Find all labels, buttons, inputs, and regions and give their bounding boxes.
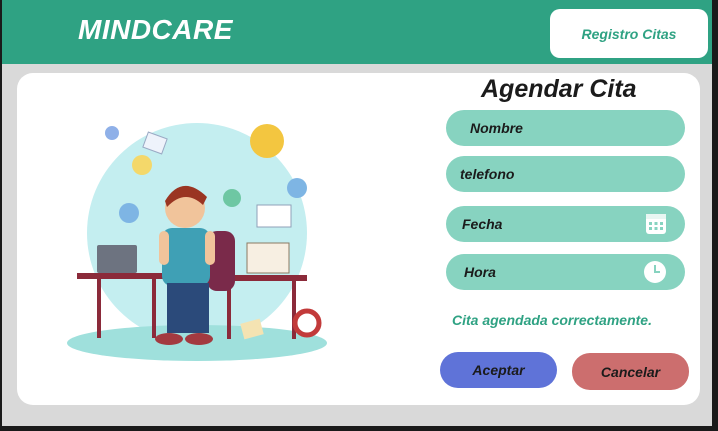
window-border-bottom xyxy=(0,426,718,431)
aceptar-button[interactable]: Aceptar xyxy=(440,352,557,388)
window-border-right xyxy=(712,0,718,431)
telefono-field[interactable]: telefono xyxy=(446,156,685,192)
nombre-field[interactable]: Nombre xyxy=(446,110,685,146)
cancelar-button[interactable]: Cancelar xyxy=(572,353,689,390)
window-border-left xyxy=(0,0,2,431)
fecha-field[interactable]: Fecha xyxy=(446,206,685,242)
nombre-label: Nombre xyxy=(470,120,523,136)
calendar-icon[interactable] xyxy=(645,213,667,235)
stressed-person-illustration xyxy=(67,123,327,361)
registro-citas-button[interactable]: Registro Citas xyxy=(550,9,708,58)
header-bar: MINDCARE Registro Citas xyxy=(2,0,712,64)
hora-field[interactable]: Hora xyxy=(446,254,685,290)
form-title: Agendar Cita xyxy=(481,75,637,103)
status-message: Cita agendada correctamente. xyxy=(452,312,652,328)
telefono-label: telefono xyxy=(460,166,515,182)
fecha-label: Fecha xyxy=(462,216,503,232)
hora-label: Hora xyxy=(464,264,496,280)
brand-logo-text: MINDCARE xyxy=(78,14,233,45)
main-card: Agendar Cita Nombre telefono Fecha Hora … xyxy=(17,73,700,405)
clock-icon[interactable] xyxy=(643,260,667,284)
